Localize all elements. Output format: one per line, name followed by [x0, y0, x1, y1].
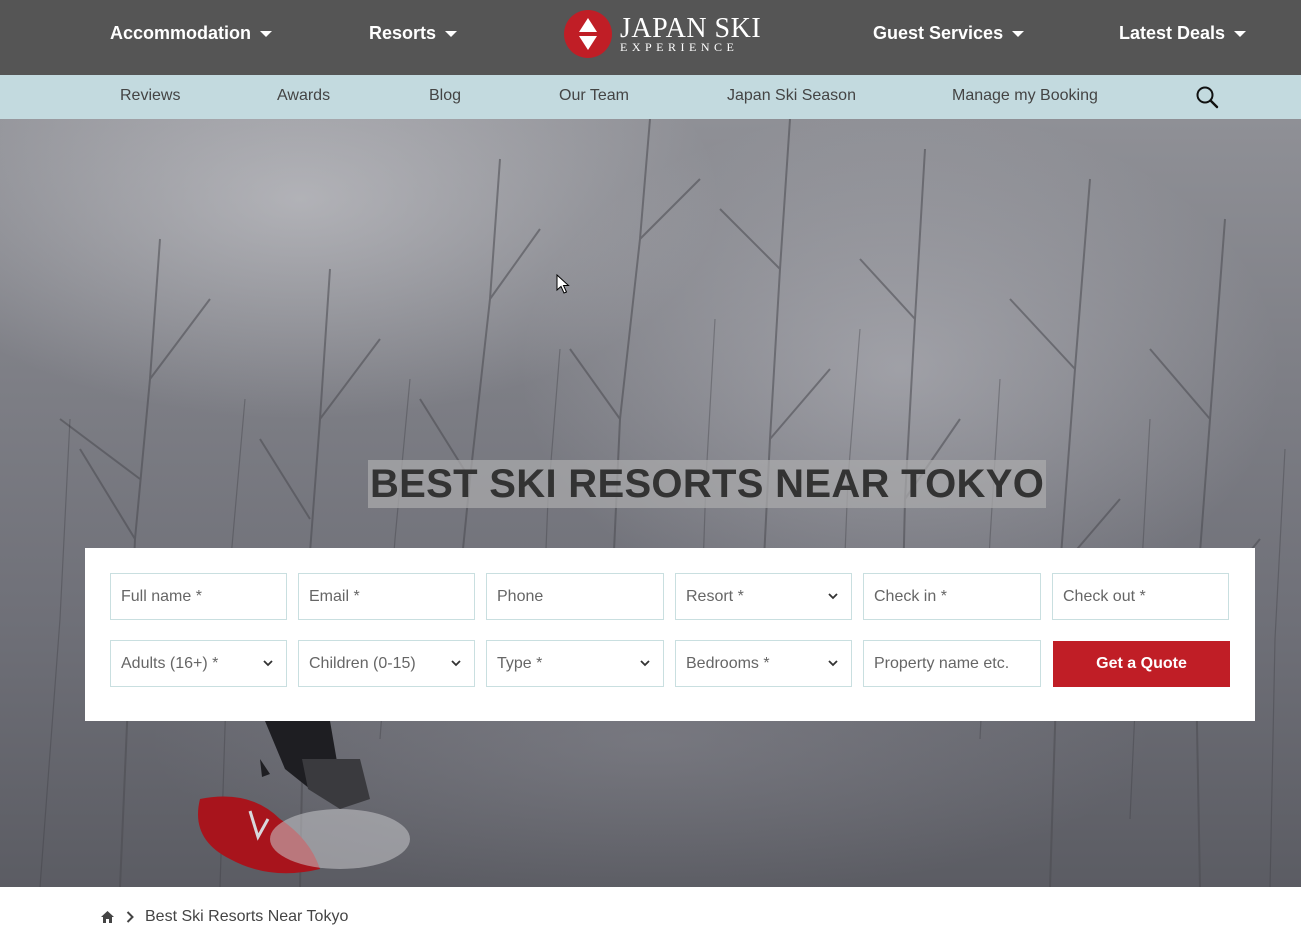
subnav-awards[interactable]: Awards	[277, 75, 330, 117]
email-placeholder: Email *	[309, 587, 360, 605]
breadcrumb: Best Ski Resorts Near Tokyo	[100, 905, 348, 929]
search-icon[interactable]	[1195, 85, 1219, 109]
full-name-placeholder: Full name *	[121, 587, 202, 605]
property-name-field[interactable]: Property name etc.	[863, 640, 1041, 687]
hero-banner: BEST SKI RESORTS NEAR TOKYO	[0, 119, 1301, 887]
chevron-right-icon	[126, 911, 134, 923]
email-field[interactable]: Email *	[298, 573, 475, 620]
check-out-placeholder: Check out *	[1063, 587, 1146, 605]
check-in-placeholder: Check in *	[874, 587, 947, 605]
logo-wordmark: JAPAN SKI EXPERIENCE	[620, 13, 762, 54]
subnav-japan-ski-season[interactable]: Japan Ski Season	[727, 75, 856, 117]
caret-down-icon	[1234, 31, 1247, 37]
nav-accommodation-label: Accommodation	[110, 22, 252, 43]
chevron-down-icon	[640, 660, 650, 667]
check-out-field[interactable]: Check out *	[1052, 573, 1229, 620]
japan-ski-logo-icon	[564, 10, 612, 58]
top-navigation: Accommodation Resorts JAPAN SKI EXPERIEN…	[0, 0, 1301, 75]
get-a-quote-button[interactable]: Get a Quote	[1053, 641, 1230, 687]
site-logo[interactable]: JAPAN SKI EXPERIENCE	[564, 9, 761, 59]
subnav-reviews[interactable]: Reviews	[120, 75, 180, 117]
logo-main-text: JAPAN SKI	[620, 13, 762, 44]
page-title: BEST SKI RESORTS NEAR TOKYO	[368, 460, 1047, 508]
secondary-navigation: Reviews Awards Blog Our Team Japan Ski S…	[0, 75, 1301, 119]
nav-resorts-label: Resorts	[369, 22, 437, 43]
type-select[interactable]: Type *	[486, 640, 664, 687]
subnav-manage-booking[interactable]: Manage my Booking	[952, 75, 1098, 117]
property-name-placeholder: Property name etc.	[874, 654, 1010, 672]
nav-latest-deals[interactable]: Latest Deals	[1119, 0, 1247, 66]
adults-select[interactable]: Adults (16+) *	[110, 640, 287, 687]
resort-select[interactable]: Resort *	[675, 573, 852, 620]
caret-down-icon	[1012, 31, 1025, 37]
snowboarder-image	[198, 721, 410, 874]
bedrooms-select-value: Bedrooms *	[686, 654, 770, 672]
nav-latest-deals-label: Latest Deals	[1119, 22, 1226, 43]
check-in-field[interactable]: Check in *	[863, 573, 1041, 620]
nav-guest-services[interactable]: Guest Services	[873, 0, 1025, 66]
resort-select-value: Resort *	[686, 587, 744, 605]
adults-select-value: Adults (16+) *	[121, 654, 219, 672]
caret-down-icon	[260, 31, 273, 37]
children-select[interactable]: Children (0-15)	[298, 640, 475, 687]
children-select-value: Children (0-15)	[309, 654, 416, 672]
subnav-our-team[interactable]: Our Team	[559, 75, 629, 117]
subnav-blog[interactable]: Blog	[429, 75, 461, 117]
chevron-down-icon	[828, 593, 838, 600]
home-icon[interactable]	[100, 910, 115, 924]
mouse-cursor-icon	[556, 274, 570, 294]
chevron-down-icon	[828, 660, 838, 667]
phone-field[interactable]: Phone	[486, 573, 664, 620]
chevron-down-icon	[451, 660, 461, 667]
full-name-field[interactable]: Full name *	[110, 573, 287, 620]
breadcrumb-current: Best Ski Resorts Near Tokyo	[145, 908, 349, 925]
bedrooms-select[interactable]: Bedrooms *	[675, 640, 852, 687]
type-select-value: Type *	[497, 654, 543, 672]
phone-placeholder: Phone	[497, 587, 544, 605]
nav-resorts[interactable]: Resorts	[369, 0, 458, 66]
nav-guest-services-label: Guest Services	[873, 22, 1004, 43]
nav-accommodation[interactable]: Accommodation	[110, 0, 273, 66]
chevron-down-icon	[263, 660, 273, 667]
caret-down-icon	[445, 31, 458, 37]
